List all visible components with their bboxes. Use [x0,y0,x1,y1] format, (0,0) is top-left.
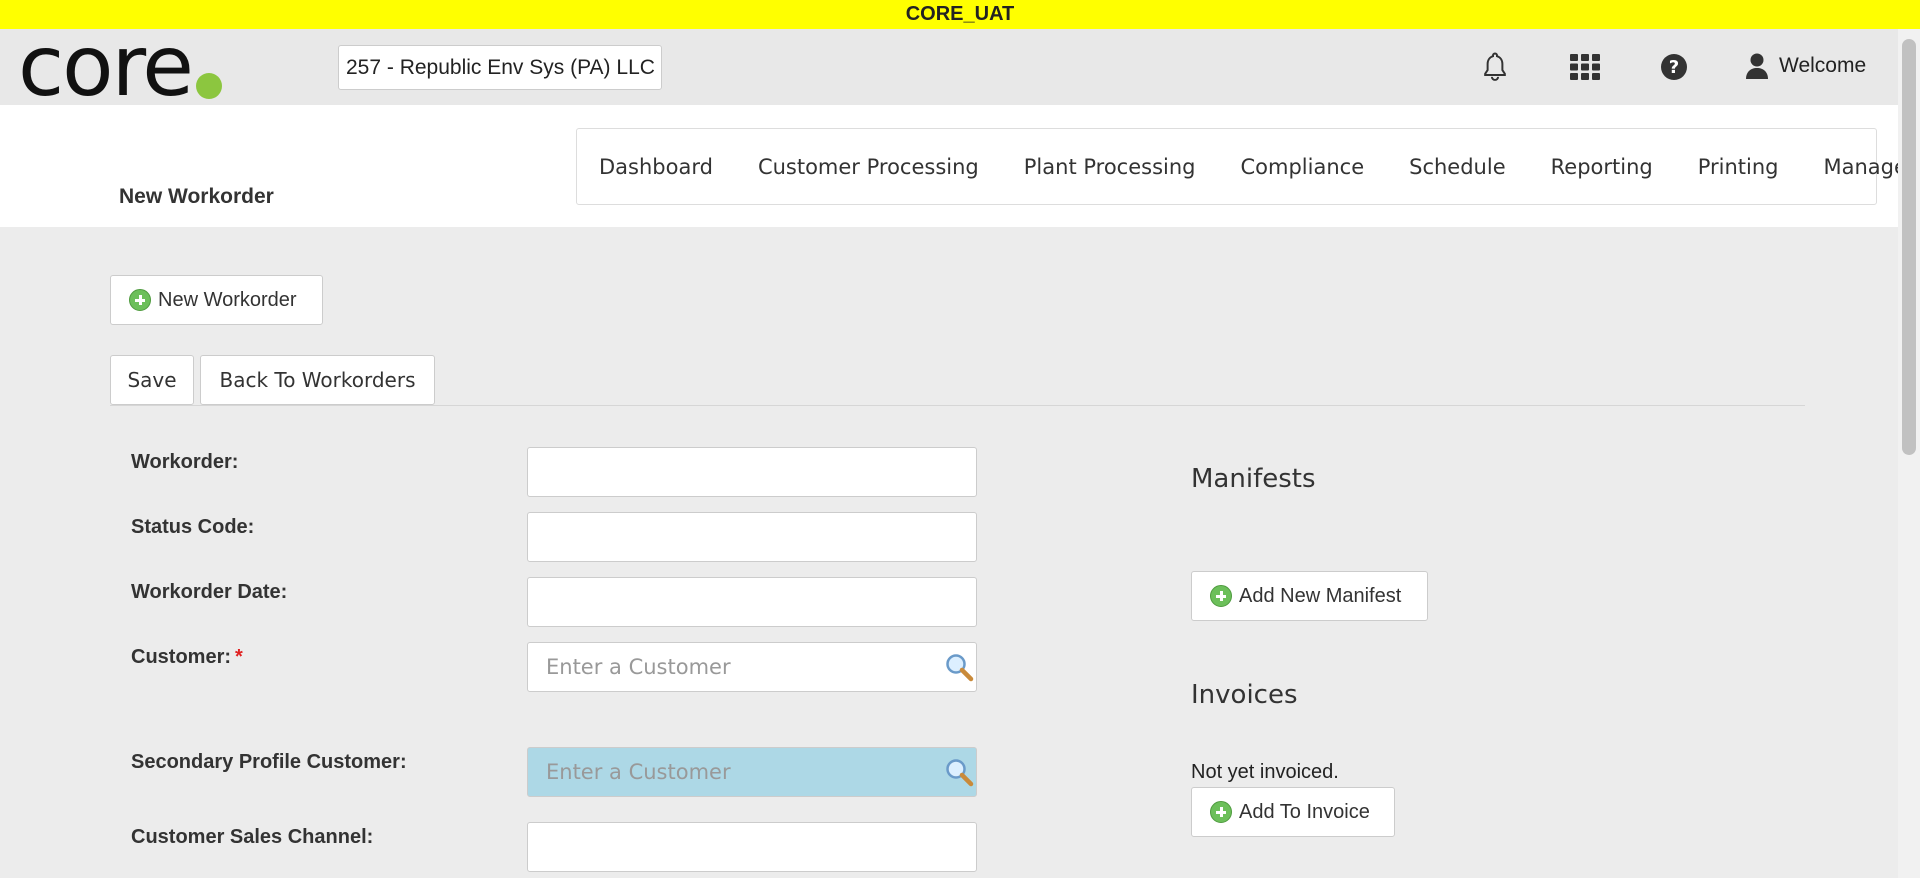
user-menu[interactable]: Welcome [1745,48,1866,84]
nav-schedule[interactable]: Schedule [1409,155,1506,179]
customer-search-icon[interactable] [944,652,974,682]
logo-text: core [18,17,194,115]
page-title: New Workorder [119,185,274,208]
add-circle-icon [1210,801,1232,823]
nav-dashboard[interactable]: Dashboard [599,155,713,179]
nav-customer-processing[interactable]: Customer Processing [758,155,979,179]
nav-compliance[interactable]: Compliance [1241,155,1365,179]
workorder-input[interactable] [527,447,977,497]
add-to-invoice-label: Add To Invoice [1239,800,1370,823]
apps-grid-icon[interactable] [1569,51,1601,83]
company-selector[interactable]: 257 - Republic Env Sys (PA) LLC [338,45,662,90]
add-new-manifest-button[interactable]: Add New Manifest [1191,571,1428,621]
help-icon[interactable]: ? [1658,51,1690,83]
customer-sales-channel-input[interactable] [527,822,977,872]
nav-plant-processing[interactable]: Plant Processing [1024,155,1196,179]
add-new-manifest-label: Add New Manifest [1239,584,1402,607]
manifests-title: Manifests [1191,464,1316,494]
page-header: New Workorder Dashboard Customer Process… [0,105,1907,227]
page-scrollbar[interactable] [1898,29,1920,878]
user-icon [1746,53,1768,79]
back-to-workorders-button[interactable]: Back To Workorders [200,355,435,405]
scrollbar-thumb[interactable] [1902,39,1916,455]
nav-printing[interactable]: Printing [1698,155,1779,179]
secondary-customer-search-icon[interactable] [944,757,974,787]
main-nav: Dashboard Customer Processing Plant Proc… [576,128,1907,205]
environment-banner: CORE_UAT [0,0,1920,29]
add-circle-icon [1210,585,1232,607]
secondary-profile-customer-label: Secondary Profile Customer: [131,751,407,773]
workorder-date-input[interactable] [527,577,977,627]
status-code-input[interactable] [527,512,977,562]
workorder-date-label: Workorder Date: [131,581,288,603]
save-button[interactable]: Save [110,355,194,405]
welcome-label: Welcome [1779,54,1867,77]
invoices-title: Invoices [1191,680,1298,710]
secondary-profile-customer-input[interactable] [527,747,977,797]
logo[interactable]: core [18,17,222,115]
top-bar: core 257 - Republic Env Sys (PA) LLC ? W… [0,17,1898,115]
nav-manage[interactable]: Manage [1824,155,1907,179]
customer-label-row: Customer: * [131,646,243,669]
add-circle-icon [129,289,151,311]
bell-icon[interactable] [1479,51,1511,83]
nav-reporting[interactable]: Reporting [1551,155,1653,179]
status-code-label: Status Code: [131,516,255,538]
customer-sales-channel-label: Customer Sales Channel: [131,826,374,848]
workorder-label: Workorder: [131,451,239,473]
required-marker: * [235,646,243,668]
invoice-status-text: Not yet invoiced. [1191,761,1339,783]
customer-label: Customer: [131,646,232,668]
svg-text:?: ? [1669,57,1679,78]
divider [110,405,1805,406]
logo-dot [195,73,222,99]
new-workorder-button[interactable]: New Workorder [110,275,323,325]
new-workorder-label: New Workorder [158,288,297,311]
add-to-invoice-button[interactable]: Add To Invoice [1191,787,1395,837]
customer-input[interactable] [527,642,977,692]
